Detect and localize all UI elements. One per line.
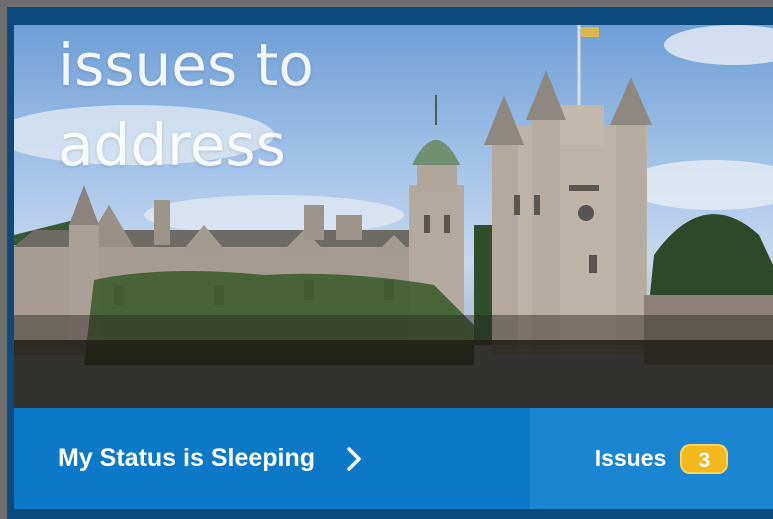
action-bar: My Status is Sleeping Issues 3 xyxy=(14,408,773,509)
hero-headline-line-1: issues to xyxy=(58,31,314,99)
castle-photo: issues to address xyxy=(14,25,773,408)
status-button-label: My Status is Sleeping xyxy=(58,444,316,472)
status-button[interactable]: My Status is Sleeping xyxy=(14,408,530,509)
chevron-right-icon xyxy=(345,444,367,474)
hero-headline: issues to address xyxy=(58,25,418,185)
hero-headline-line-2: address xyxy=(58,111,286,179)
issues-count-badge: 3 xyxy=(680,443,729,474)
status-card: issues to address My Status is Sleeping … xyxy=(7,7,773,519)
issues-button[interactable]: Issues 3 xyxy=(530,408,773,509)
issues-button-label: Issues xyxy=(594,445,667,471)
